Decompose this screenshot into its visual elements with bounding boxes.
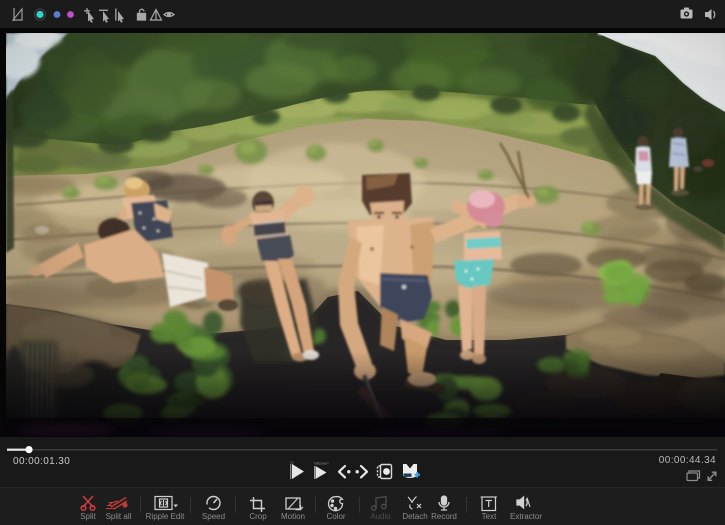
svg-text:fullscreen: fullscreen <box>314 462 329 466</box>
svg-text:1x: 1x <box>290 461 294 465</box>
